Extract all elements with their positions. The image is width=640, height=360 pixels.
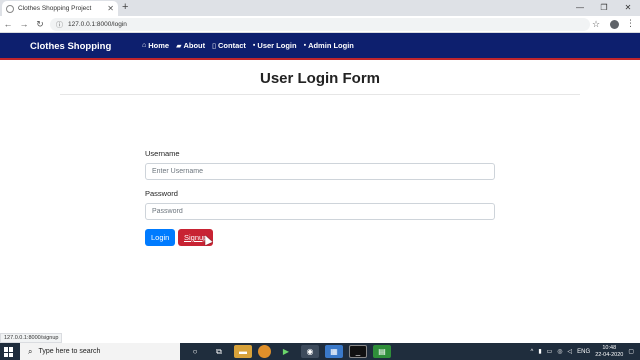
bookmark-star-icon[interactable]: ☆ bbox=[592, 19, 600, 30]
clock-time: 10:48 bbox=[602, 344, 617, 351]
nav-item-home[interactable]: ⌂ Home bbox=[142, 41, 169, 50]
browser-tab-strip: Clothes Shopping Project ✕ + — ❐ ✕ bbox=[0, 0, 640, 16]
briefcase-icon: ▰ bbox=[176, 42, 182, 50]
site-navbar: Clothes Shopping ⌂ Home ▰ About ▯ Contac… bbox=[0, 33, 640, 60]
password-label: Password bbox=[145, 189, 178, 198]
window-controls: — ❐ ✕ bbox=[568, 0, 640, 16]
file-explorer-icon[interactable]: ▬ bbox=[234, 345, 252, 358]
taskbar-apps: ○ ⧉ ▬ ▶ ◉ ▦ _ ▤ bbox=[186, 345, 391, 358]
nav-item-label: User Login bbox=[257, 41, 297, 50]
reload-icon[interactable]: ↻ bbox=[32, 19, 48, 30]
nav-item-user-login[interactable]: ▪ User Login bbox=[253, 41, 297, 50]
user-icon: ▪ bbox=[303, 42, 307, 49]
taskbar-search-placeholder: Type here to search bbox=[38, 348, 101, 355]
title-divider bbox=[60, 94, 580, 95]
language-indicator[interactable]: ENG bbox=[577, 349, 590, 355]
home-icon: ⌂ bbox=[142, 42, 147, 49]
network-icon[interactable]: ◎ bbox=[557, 348, 562, 355]
close-window-icon[interactable]: ✕ bbox=[616, 0, 640, 16]
nav-item-label: Contact bbox=[218, 41, 246, 50]
phone-icon: ▯ bbox=[212, 42, 216, 50]
terminal-app-icon[interactable]: ▶ bbox=[277, 345, 295, 358]
tray-chevron-icon[interactable]: ^ bbox=[530, 349, 533, 355]
minimize-icon[interactable]: — bbox=[568, 0, 592, 16]
user-icon: ▪ bbox=[252, 42, 256, 49]
taskbar-search-box[interactable]: ⌕ Type here to search bbox=[20, 343, 180, 360]
password-input[interactable] bbox=[145, 203, 495, 220]
spreadsheet-app-icon[interactable]: ▤ bbox=[373, 345, 391, 358]
cortana-icon[interactable]: ○ bbox=[186, 345, 204, 358]
site-info-icon[interactable]: ⓘ bbox=[56, 20, 63, 30]
site-brand[interactable]: Clothes Shopping bbox=[30, 41, 111, 52]
restore-icon[interactable]: ❐ bbox=[592, 0, 616, 16]
profile-avatar-icon[interactable] bbox=[610, 20, 619, 29]
address-bar[interactable]: ⓘ 127.0.0.1:8000/login bbox=[50, 18, 590, 31]
nav-item-label: Home bbox=[148, 41, 170, 50]
tab-title: Clothes Shopping Project bbox=[18, 5, 92, 12]
nav-item-label: Admin Login bbox=[308, 41, 354, 50]
nav-item-about[interactable]: ▰ About bbox=[176, 41, 205, 50]
back-icon[interactable]: ← bbox=[0, 19, 16, 29]
volume-icon[interactable]: ◁ bbox=[568, 348, 573, 355]
firefox-icon[interactable] bbox=[258, 345, 271, 358]
notifications-icon[interactable]: ▢ bbox=[628, 348, 634, 355]
forward-icon[interactable]: → bbox=[16, 19, 32, 29]
browser-menu-icon[interactable]: ⋮ bbox=[626, 18, 635, 29]
address-url: 127.0.0.1:8000/login bbox=[68, 21, 127, 28]
chrome-icon[interactable]: ◉ bbox=[301, 345, 319, 358]
username-label: Username bbox=[145, 149, 180, 158]
close-tab-icon[interactable]: ✕ bbox=[107, 4, 114, 13]
search-icon: ⌕ bbox=[28, 346, 33, 356]
notepad-icon[interactable]: ▦ bbox=[325, 345, 343, 358]
os-taskbar: ⌕ Type here to search ○ ⧉ ▬ ▶ ◉ ▦ _ ▤ ^ … bbox=[0, 343, 640, 360]
nav-item-admin-login[interactable]: ▪ Admin Login bbox=[304, 41, 354, 50]
windows-start-icon[interactable] bbox=[4, 347, 14, 357]
page-title: User Login Form bbox=[259, 70, 380, 87]
browser-toolbar: ← → ↻ ⓘ 127.0.0.1:8000/login ☆ ⋮ bbox=[0, 16, 640, 33]
link-status-url: 127.0.0.1:8000/signup bbox=[0, 333, 63, 343]
battery-icon[interactable]: ▭ bbox=[547, 348, 553, 355]
nav-item-contact[interactable]: ▯ Contact bbox=[212, 41, 246, 50]
task-view-icon[interactable]: ⧉ bbox=[210, 345, 228, 358]
new-tab-icon[interactable]: + bbox=[122, 1, 128, 13]
clock-date: 22-04-2020 bbox=[595, 351, 624, 358]
nav-links: ⌂ Home ▰ About ▯ Contact ▪ User Login ▪ … bbox=[142, 41, 354, 50]
system-tray: ^ ▮ ▭ ◎ ◁ ENG 10:48 22-04-2020 ▢ bbox=[530, 343, 634, 360]
login-button[interactable]: Login bbox=[145, 229, 175, 246]
favicon-icon bbox=[6, 4, 14, 13]
username-input[interactable] bbox=[145, 163, 495, 180]
clock[interactable]: 10:48 22-04-2020 bbox=[595, 345, 623, 359]
microphone-icon[interactable]: ▮ bbox=[538, 348, 541, 355]
command-prompt-icon[interactable]: _ bbox=[349, 345, 367, 358]
browser-tab[interactable]: Clothes Shopping Project ✕ bbox=[2, 1, 118, 16]
nav-item-label: About bbox=[183, 41, 206, 50]
